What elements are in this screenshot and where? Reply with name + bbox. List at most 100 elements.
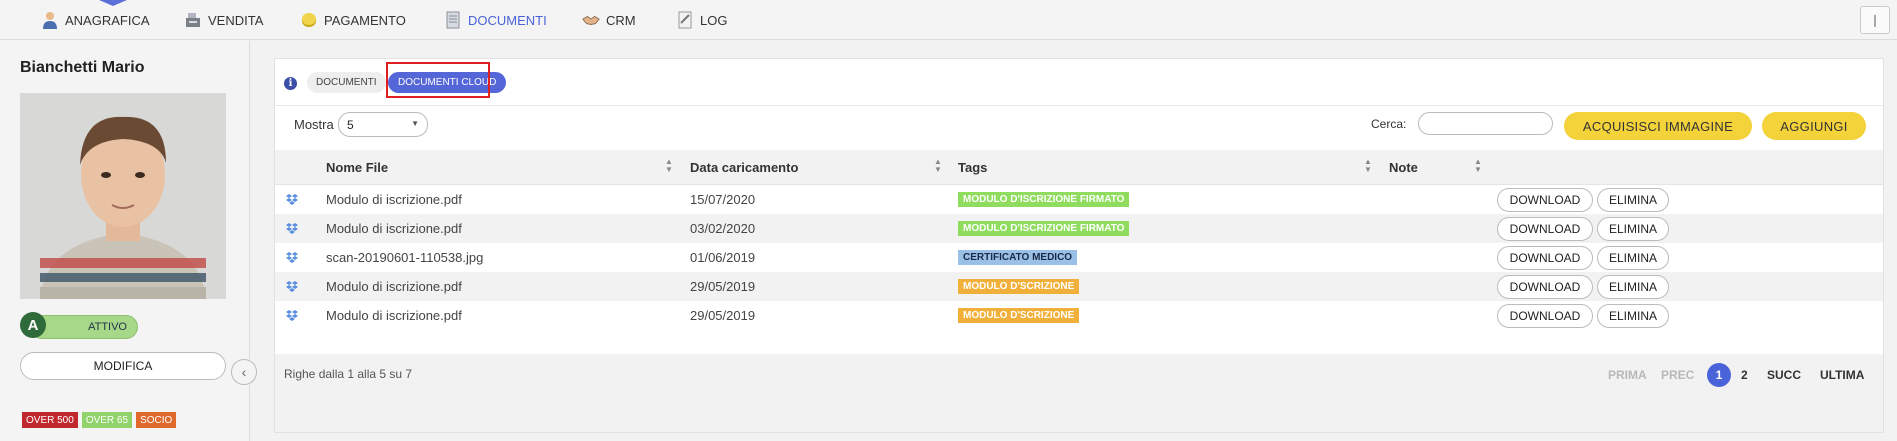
add-button[interactable]: AGGIUNGI: [1762, 112, 1866, 140]
nav-item-anagrafica[interactable]: ANAGRAFICA: [41, 10, 150, 30]
download-button[interactable]: DOWNLOAD: [1497, 304, 1593, 328]
file-name: scan-20190601-110538.jpg: [326, 250, 484, 265]
pagination-page-1[interactable]: 1: [1707, 363, 1731, 387]
pin-icon: ❘: [1869, 13, 1881, 27]
customer-name: Bianchetti Mario: [20, 59, 145, 76]
tag-badge: MODULO D'SCRIZIONE: [958, 308, 1080, 323]
pagination-next[interactable]: SUCC: [1767, 363, 1801, 387]
nav-label: ANAGRAFICA: [65, 12, 150, 28]
delete-button[interactable]: ELIMINA: [1597, 246, 1669, 270]
cash-register-icon: [184, 11, 202, 29]
rows-info: Righe dalla 1 alla 5 su 7: [284, 367, 413, 381]
nav-label: CRM: [606, 12, 636, 28]
upload-date: 15/07/2020: [690, 192, 756, 207]
pagination-page-2[interactable]: 2: [1741, 363, 1748, 387]
show-entries-value: 5: [347, 117, 354, 132]
status-indicator: ATTIVO A: [20, 312, 138, 339]
nav-item-log[interactable]: LOG: [676, 10, 727, 30]
pagination-last[interactable]: ULTIMA: [1820, 363, 1864, 387]
customer-card: Bianchetti Mario ATTIVO A MODIFICA: [0, 41, 249, 393]
status-badge: ATTIVO: [30, 315, 138, 339]
collapse-sidebar-button[interactable]: ‹: [231, 359, 257, 385]
log-icon: [676, 11, 694, 29]
tab-documenti-cloud[interactable]: DOCUMENTI CLOUD: [388, 72, 507, 93]
pagination-first[interactable]: PRIMA: [1608, 363, 1647, 387]
file-name: Modulo di iscrizione.pdf: [326, 192, 462, 207]
file-name: Modulo di iscrizione.pdf: [326, 279, 462, 294]
handshake-icon: [582, 11, 600, 29]
chevron-left-icon: ‹: [241, 364, 247, 380]
delete-button[interactable]: ELIMINA: [1597, 304, 1669, 328]
dropbox-icon: [286, 214, 298, 243]
acquire-image-button[interactable]: ACQUISISCI IMMAGINE: [1564, 112, 1752, 140]
nav-label: VENDITA: [208, 12, 264, 28]
nav-item-crm[interactable]: CRM: [582, 10, 636, 30]
delete-button[interactable]: ELIMINA: [1597, 275, 1669, 299]
nav-label: PAGAMENTO: [324, 12, 406, 28]
upload-date: 03/02/2020: [690, 221, 756, 236]
search-label: Cerca:: [1371, 117, 1407, 131]
search-input[interactable]: [1418, 112, 1553, 135]
pagination-prev[interactable]: PREC: [1661, 363, 1694, 387]
tag-badge: MODULO D'ISCRIZIONE FIRMATO: [958, 192, 1130, 207]
customer-badges: OVER 500 OVER 65 SOCIO: [22, 412, 177, 428]
customer-photo: [20, 93, 226, 299]
badge-socio: SOCIO: [136, 412, 177, 428]
upload-date: 29/05/2019: [690, 279, 756, 294]
download-button[interactable]: DOWNLOAD: [1497, 246, 1593, 270]
person-icon: [41, 11, 59, 29]
sort-icon[interactable]: ▲ ▼: [1474, 158, 1482, 174]
nav-item-pagamento[interactable]: PAGAMENTO: [300, 10, 406, 30]
tag-badge: MODULO D'SCRIZIONE: [958, 279, 1080, 294]
column-header-file[interactable]: Nome File: [326, 150, 388, 185]
show-entries-select[interactable]: 5 ▼: [338, 112, 428, 137]
panel-header: i DOCUMENTI DOCUMENTI CLOUD: [275, 59, 1883, 106]
tag-badge: CERTIFICATO MEDICO: [958, 250, 1078, 265]
column-header-date[interactable]: Data caricamento: [690, 150, 798, 185]
table-header: Nome File ▲ ▼ Data caricamento ▲ ▼ Tags ▲ ▼…: [275, 150, 1883, 185]
nav-label: LOG: [700, 12, 728, 28]
show-entries-label: Mostra: [294, 117, 334, 132]
table-footer: Righe dalla 1 alla 5 su 7 PRIMA PREC 1 2…: [275, 354, 1883, 432]
table-row: Modulo di iscrizione.pdf 29/05/2019 MODU…: [275, 272, 1883, 301]
download-button[interactable]: DOWNLOAD: [1497, 217, 1593, 241]
delete-button[interactable]: ELIMINA: [1597, 217, 1669, 241]
dropbox-icon: [286, 185, 298, 214]
table-row: Modulo di iscrizione.pdf 03/02/2020 MODU…: [275, 214, 1883, 243]
nav-label: DOCUMENTI: [468, 12, 547, 28]
tag-badge: MODULO D'ISCRIZIONE FIRMATO: [958, 221, 1130, 236]
upload-date: 01/06/2019: [690, 250, 756, 265]
table-row: scan-20190601-110538.jpg 01/06/2019 CERT…: [275, 243, 1883, 272]
table-row: Modulo di iscrizione.pdf 29/05/2019 MODU…: [275, 301, 1883, 330]
dropbox-icon: [286, 301, 298, 330]
modify-button[interactable]: MODIFICA: [20, 352, 226, 380]
nav-item-vendita[interactable]: VENDITA: [184, 10, 263, 30]
table-controls: Mostra 5 ▼ Cerca: ACQUISISCI IMMAGINE AG…: [275, 106, 1883, 150]
document-icon: [444, 11, 462, 29]
documents-panel: i DOCUMENTI DOCUMENTI CLOUD Mostra 5 ▼ C…: [274, 58, 1884, 433]
sort-icon[interactable]: ▲ ▼: [665, 158, 673, 174]
top-navigation: ANAGRAFICA VENDITA PAGAMENTO DOCUMENTI C…: [0, 0, 1897, 40]
pin-button[interactable]: ❘: [1860, 6, 1890, 34]
dropbox-icon: [286, 272, 298, 301]
sort-icon[interactable]: ▲ ▼: [1364, 158, 1372, 174]
customer-sidebar: Bianchetti Mario ATTIVO A MODIFICA OVER …: [0, 41, 250, 441]
delete-button[interactable]: ELIMINA: [1597, 188, 1669, 212]
chevron-down-icon: ▼: [411, 119, 419, 128]
sort-icon[interactable]: ▲ ▼: [934, 158, 942, 174]
dropbox-icon: [286, 243, 298, 272]
active-indicator: [99, 0, 127, 6]
file-name: Modulo di iscrizione.pdf: [326, 308, 462, 323]
info-icon[interactable]: i: [284, 77, 297, 90]
download-button[interactable]: DOWNLOAD: [1497, 188, 1593, 212]
upload-date: 29/05/2019: [690, 308, 756, 323]
coin-icon: [300, 11, 318, 29]
nav-item-documenti[interactable]: DOCUMENTI: [444, 10, 547, 30]
tab-documenti[interactable]: DOCUMENTI: [307, 72, 386, 93]
status-letter: A: [20, 312, 46, 338]
column-header-tags[interactable]: Tags: [958, 150, 987, 185]
download-button[interactable]: DOWNLOAD: [1497, 275, 1593, 299]
table-row: Modulo di iscrizione.pdf 15/07/2020 MODU…: [275, 185, 1883, 214]
column-header-note[interactable]: Note: [1389, 150, 1418, 185]
badge-over-65: OVER 65: [81, 412, 133, 428]
